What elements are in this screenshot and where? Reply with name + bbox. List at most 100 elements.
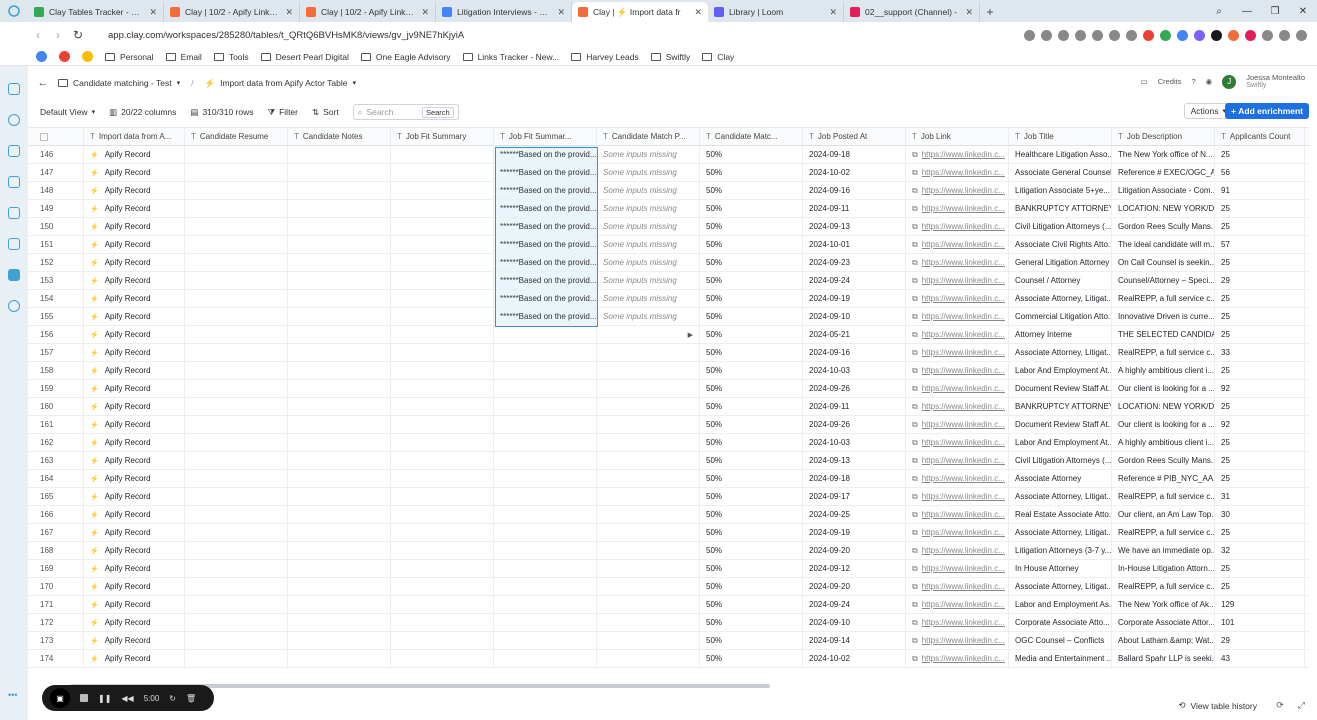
applicants-cell[interactable]: 25 xyxy=(1215,326,1305,343)
date-cell[interactable]: 2024-10-02 xyxy=(803,164,906,181)
column-header[interactable]: T Candidate Matc... xyxy=(700,128,803,145)
link-cell[interactable]: ⧉ https://www.linkedin.c... xyxy=(906,290,1009,307)
fit-summary-text-cell[interactable]: ******Based on the provid... xyxy=(494,164,597,181)
notes-cell[interactable] xyxy=(288,524,391,541)
match-prompt-cell[interactable]: Some inputs missing xyxy=(597,200,700,217)
notes-cell[interactable] xyxy=(288,578,391,595)
date-cell[interactable]: 2024-09-16 xyxy=(803,182,906,199)
match-cell[interactable]: 50% xyxy=(700,596,803,613)
fit-summary-cell[interactable] xyxy=(391,254,494,271)
import-cell[interactable]: ⚡ Apify Record xyxy=(84,506,185,523)
applicants-cell[interactable]: 101 xyxy=(1215,614,1305,631)
row-number[interactable]: 166 xyxy=(28,506,84,523)
row-number[interactable]: 149 xyxy=(28,200,84,217)
table-row[interactable]: 172 ⚡ Apify Record 50% 2024-09-10 ⧉ https:… xyxy=(28,614,1309,632)
date-cell[interactable]: 2024-09-23 xyxy=(803,254,906,271)
match-prompt-cell[interactable] xyxy=(597,614,700,631)
date-cell[interactable]: 2024-09-14 xyxy=(803,632,906,649)
title-cell[interactable]: General Litigation Attorney xyxy=(1009,254,1112,271)
match-cell[interactable]: 50% xyxy=(700,146,803,163)
date-cell[interactable]: 2024-10-03 xyxy=(803,434,906,451)
browser-tab[interactable]: 02__support (Channel) - ✕ xyxy=(844,2,980,22)
match-prompt-cell[interactable] xyxy=(597,506,700,523)
match-prompt-cell[interactable] xyxy=(597,362,700,379)
column-header[interactable]: T Job Fit Summar... xyxy=(494,128,597,145)
view-selector[interactable]: Default View ▾ xyxy=(40,107,95,117)
filter-button[interactable]: ⧩ Filter xyxy=(268,107,298,118)
match-cell[interactable]: 50% xyxy=(700,290,803,307)
match-cell[interactable]: 50% xyxy=(700,614,803,631)
title-cell[interactable]: Corporate Associate Atto... xyxy=(1009,614,1112,631)
import-cell[interactable]: ⚡ Apify Record xyxy=(84,380,185,397)
match-cell[interactable]: 50% xyxy=(700,578,803,595)
messenger-icon[interactable] xyxy=(8,300,20,312)
zoom-icon[interactable] xyxy=(1041,29,1052,41)
bookmark-item[interactable]: One Eagle Advisory xyxy=(360,52,451,62)
bookmark-item[interactable]: Tools xyxy=(213,52,249,62)
match-prompt-cell[interactable] xyxy=(597,344,700,361)
description-cell[interactable]: Innovative Driven is curre... xyxy=(1112,308,1215,325)
import-cell[interactable]: ⚡ Apify Record xyxy=(84,434,185,451)
resume-cell[interactable] xyxy=(185,560,288,577)
link-cell[interactable]: ⧉ https://www.linkedin.c... xyxy=(906,542,1009,559)
notes-cell[interactable] xyxy=(288,560,391,577)
chevron-down-icon[interactable]: ▾ xyxy=(352,79,356,87)
date-cell[interactable]: 2024-10-03 xyxy=(803,362,906,379)
match-cell[interactable]: 50% xyxy=(700,380,803,397)
table-row[interactable]: 161 ⚡ Apify Record 50% 2024-09-26 ⧉ https:… xyxy=(28,416,1309,434)
match-cell[interactable]: 50% xyxy=(700,650,803,667)
match-prompt-cell[interactable]: Some inputs missing xyxy=(597,290,700,307)
resume-cell[interactable] xyxy=(185,236,288,253)
title-cell[interactable]: Document Review Staff At... xyxy=(1009,380,1112,397)
fit-summary-text-cell[interactable] xyxy=(494,560,597,577)
resume-cell[interactable] xyxy=(185,200,288,217)
date-cell[interactable]: 2024-09-24 xyxy=(803,272,906,289)
date-cell[interactable]: 2024-09-10 xyxy=(803,614,906,631)
heart-outline-icon[interactable] xyxy=(1126,29,1137,41)
link-cell[interactable]: ⧉ https://www.linkedin.c... xyxy=(906,344,1009,361)
fit-summary-cell[interactable] xyxy=(391,614,494,631)
date-cell[interactable]: 2024-09-19 xyxy=(803,290,906,307)
notes-cell[interactable] xyxy=(288,254,391,271)
applicants-cell[interactable]: 33 xyxy=(1215,344,1305,361)
import-cell[interactable]: ⚡ Apify Record xyxy=(84,542,185,559)
browser-tab[interactable]: Clay Tables Tracker - Goog ✕ xyxy=(28,2,164,22)
table-row[interactable]: 146 ⚡ Apify Record ******Based on the pro… xyxy=(28,146,1309,164)
applicants-cell[interactable]: 25 xyxy=(1215,434,1305,451)
import-cell[interactable]: ⚡ Apify Record xyxy=(84,470,185,487)
date-cell[interactable]: 2024-10-02 xyxy=(803,650,906,667)
match-cell[interactable]: 50% xyxy=(700,542,803,559)
stop-button[interactable] xyxy=(80,694,88,702)
help-icon[interactable]: ? xyxy=(1191,77,1195,86)
fit-summary-text-cell[interactable]: ******Based on the provid... xyxy=(494,272,597,289)
notes-cell[interactable] xyxy=(288,362,391,379)
applicants-cell[interactable]: 57 xyxy=(1215,236,1305,253)
applicants-cell[interactable]: 25 xyxy=(1215,290,1305,307)
send-icon[interactable] xyxy=(1109,29,1120,41)
table-row[interactable]: 171 ⚡ Apify Record 50% 2024-09-24 ⧉ https:… xyxy=(28,596,1309,614)
import-cell[interactable]: ⚡ Apify Record xyxy=(84,236,185,253)
extension-pink-icon[interactable] xyxy=(1245,29,1256,41)
resume-cell[interactable] xyxy=(185,470,288,487)
row-number[interactable]: 156 xyxy=(28,326,84,343)
import-cell[interactable]: ⚡ Apify Record xyxy=(84,290,185,307)
title-cell[interactable]: Labor and Employment As... xyxy=(1009,596,1112,613)
fit-summary-text-cell[interactable]: ******Based on the provid... xyxy=(494,146,597,163)
applicants-cell[interactable]: 25 xyxy=(1215,470,1305,487)
link-cell[interactable]: ⧉ https://www.linkedin.c... xyxy=(906,380,1009,397)
description-cell[interactable]: Litigation Associate - Com... xyxy=(1112,182,1215,199)
row-number[interactable]: 151 xyxy=(28,236,84,253)
table-row[interactable]: 169 ⚡ Apify Record 50% 2024-09-12 ⧉ https:… xyxy=(28,560,1309,578)
restart-icon[interactable]: ↻ xyxy=(169,694,176,703)
table-row[interactable]: 168 ⚡ Apify Record 50% 2024-09-20 ⧉ https:… xyxy=(28,542,1309,560)
fit-summary-text-cell[interactable] xyxy=(494,596,597,613)
notes-cell[interactable] xyxy=(288,380,391,397)
description-cell[interactable]: The New York office of Ak... xyxy=(1112,596,1215,613)
bookmark-item[interactable]: Swiftly xyxy=(650,52,690,62)
notes-cell[interactable] xyxy=(288,272,391,289)
date-cell[interactable]: 2024-09-16 xyxy=(803,344,906,361)
notes-cell[interactable] xyxy=(288,182,391,199)
fit-summary-text-cell[interactable] xyxy=(494,578,597,595)
resume-cell[interactable] xyxy=(185,308,288,325)
resume-cell[interactable] xyxy=(185,542,288,559)
